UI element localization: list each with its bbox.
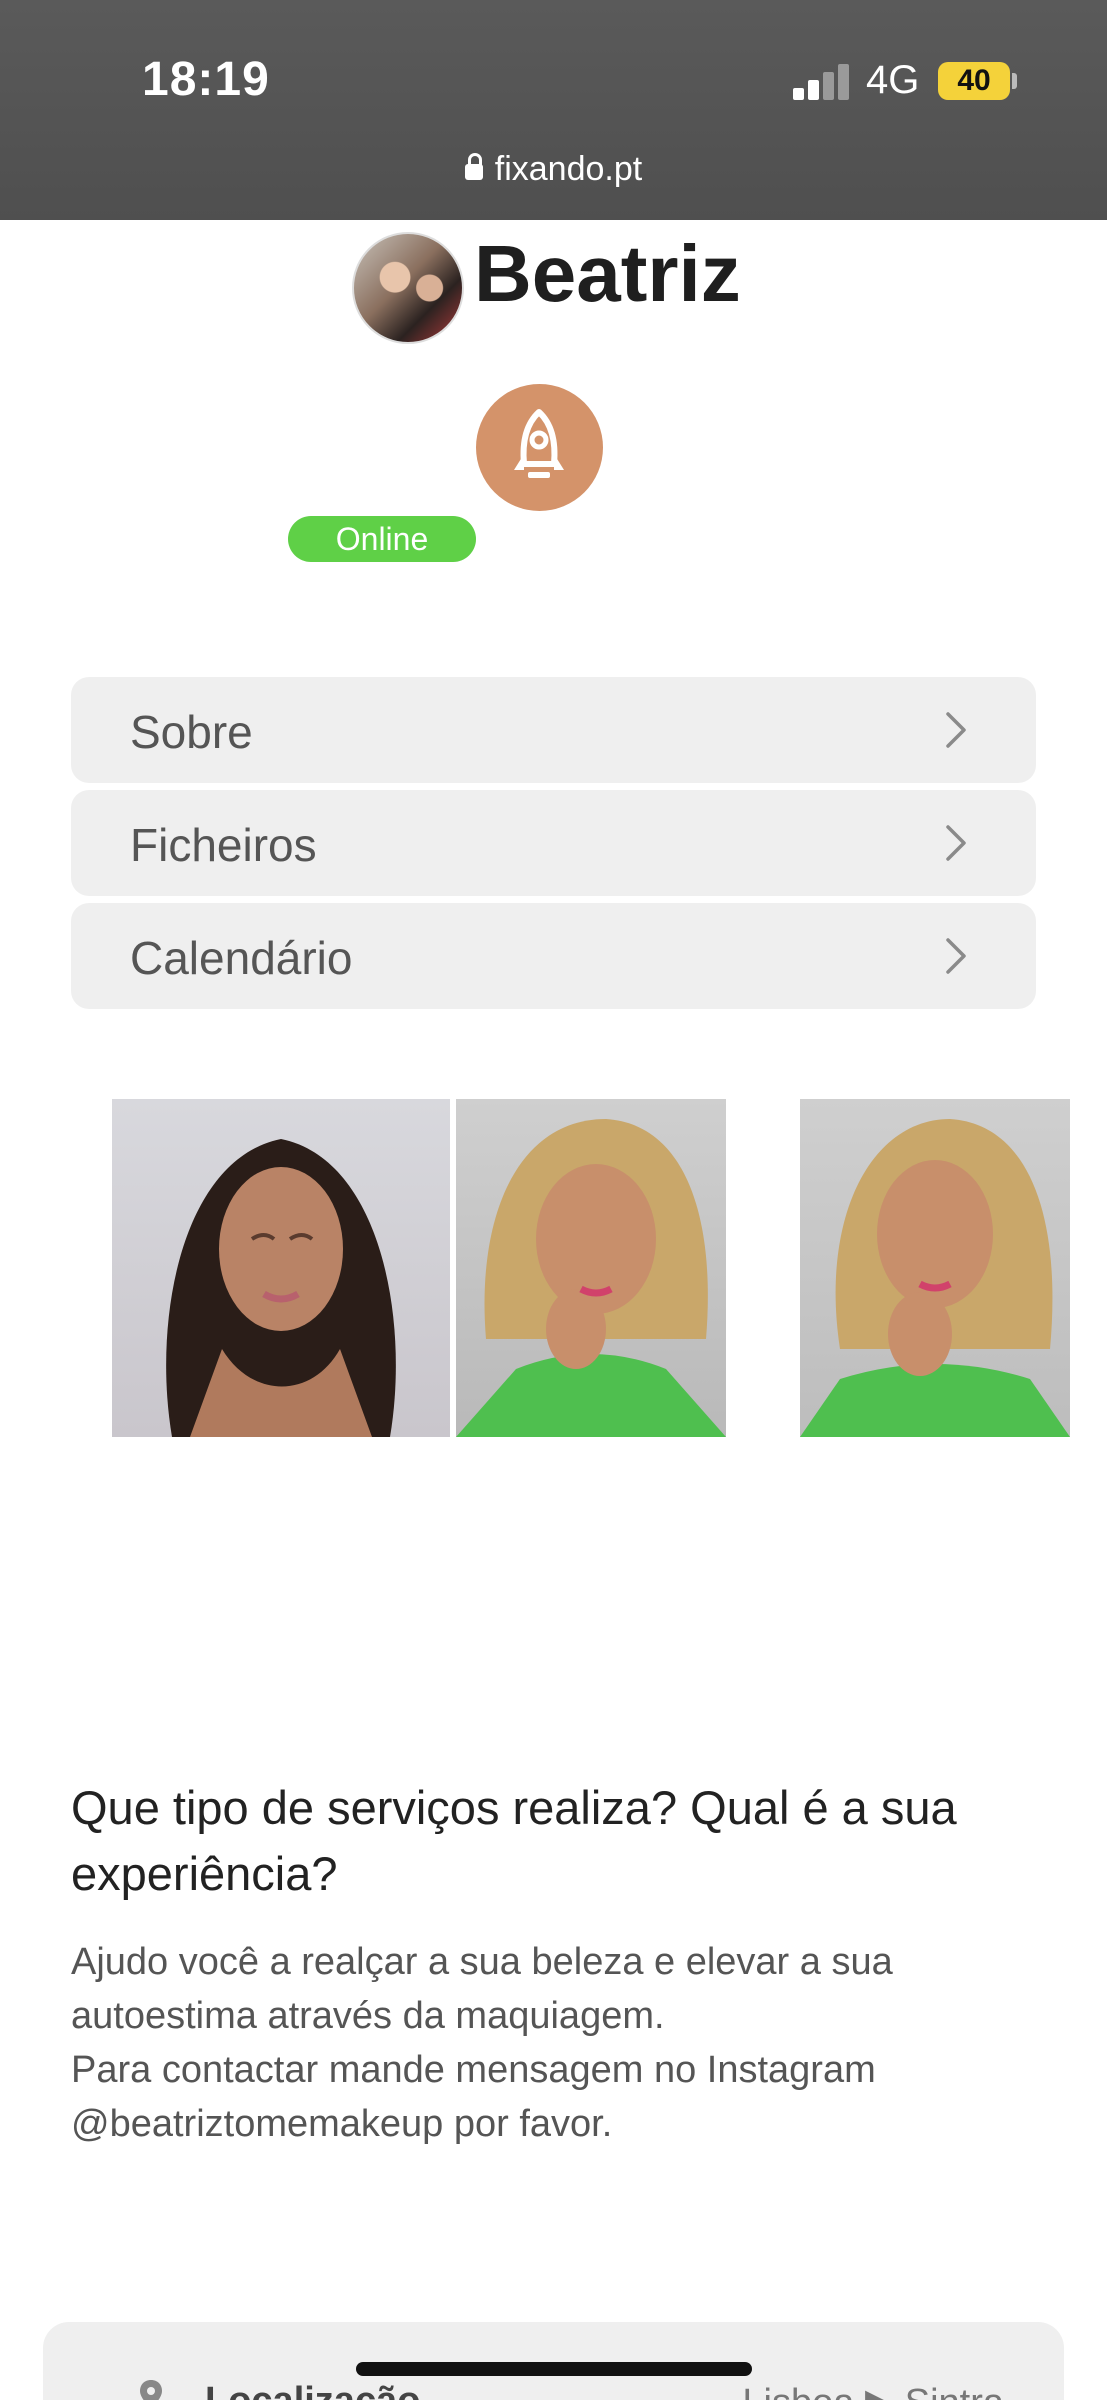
network-type: 4G: [866, 58, 920, 102]
menu-item-label: Ficheiros: [130, 819, 317, 871]
location-from: Lisboa: [742, 2382, 854, 2400]
chevron-right-icon: [946, 712, 966, 748]
answer-line: Ajudo você a realçar a sua beleza e elev…: [71, 1941, 893, 1983]
location-to: Sintra: [905, 2382, 1004, 2400]
portrait-image: [166, 1139, 396, 1437]
location-card[interactable]: Localização Lisboa ▶ Sintra: [43, 2322, 1064, 2400]
cellular-signal-icon: [793, 64, 851, 100]
portrait-image: [456, 1119, 726, 1437]
online-status-badge: Online: [288, 516, 476, 562]
arrow-right-icon: ▶: [865, 2382, 905, 2400]
map-pin-icon: [140, 2380, 162, 2400]
gallery-photo[interactable]: [112, 1099, 450, 1437]
rocket-badge: [476, 384, 603, 511]
url-text: fixando.pt: [494, 150, 643, 188]
services-answer: Ajudo você a realçar a sua beleza e elev…: [71, 1935, 1036, 2151]
answer-line: @beatriztomemakeup por favor.: [71, 2103, 613, 2145]
rocket-icon: [514, 409, 564, 478]
clock: 18:19: [142, 53, 270, 106]
portfolio-gallery[interactable]: [0, 1099, 1107, 1437]
battery-cap-icon: [1012, 73, 1017, 89]
location-label: Localização: [205, 2380, 420, 2400]
profile-avatar[interactable]: [352, 232, 464, 344]
profile-menu: Sobre Ficheiros Calendário: [71, 677, 1036, 1016]
menu-item-calendario[interactable]: Calendário: [71, 903, 1036, 1009]
browser-status-bar: 18:19 4G 40 fixando.pt: [0, 0, 1107, 220]
address-bar[interactable]: fixando.pt: [0, 150, 1107, 189]
profile-name: Beatriz: [474, 229, 741, 318]
answer-line: Para contactar mande mensagem no Instagr…: [71, 2049, 876, 2091]
answer-line: autoestima através da maquiagem.: [71, 1995, 665, 2037]
menu-item-label: Calendário: [130, 932, 353, 984]
menu-item-label: Sobre: [130, 706, 253, 758]
chevron-right-icon: [946, 825, 966, 861]
portrait-image: [800, 1119, 1070, 1437]
gallery-photo[interactable]: [800, 1099, 1070, 1437]
chevron-right-icon: [946, 938, 966, 974]
home-indicator[interactable]: [356, 2362, 752, 2376]
menu-item-sobre[interactable]: Sobre: [71, 677, 1036, 783]
lock-icon: [464, 153, 483, 180]
gallery-photo[interactable]: [456, 1099, 726, 1437]
battery-level: 40: [938, 62, 1010, 100]
location-path: Lisboa ▶ Sintra: [742, 2380, 1004, 2400]
services-question: Que tipo de serviços realiza? Qual é a s…: [71, 1781, 957, 1900]
menu-item-ficheiros[interactable]: Ficheiros: [71, 790, 1036, 896]
